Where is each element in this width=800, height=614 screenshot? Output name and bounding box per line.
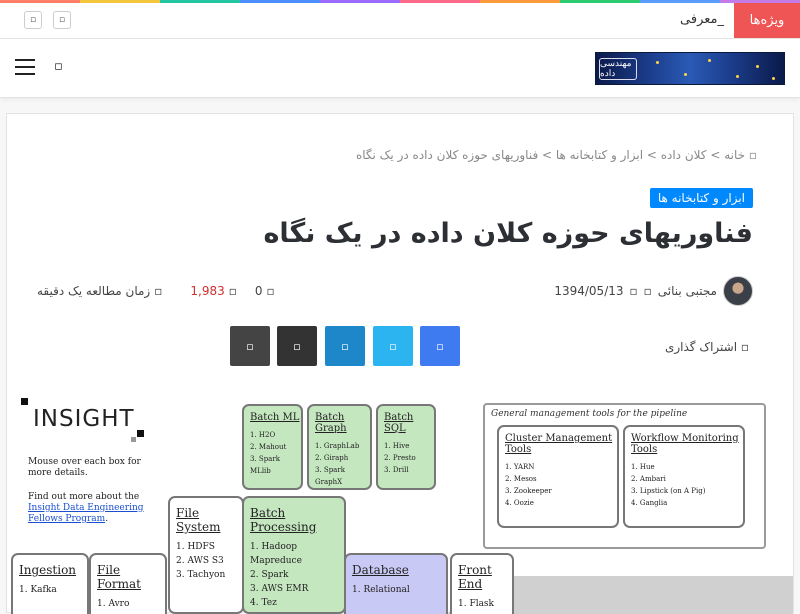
box-item: 1. Hadoop Mapreduce: [250, 542, 302, 566]
box-front-end[interactable]: Front End 1. Flask: [450, 553, 514, 614]
print-icon[interactable]: ▫: [230, 326, 270, 366]
box-title: Workflow Monitoring Tools: [631, 433, 739, 455]
hamburger-icon[interactable]: [15, 59, 35, 75]
stats-meta: زمان مطالعه یک دقیقه ▫ 1,983 ▫ 0 ▫: [37, 274, 275, 308]
insight-logo: INSIGHT: [33, 406, 135, 432]
article-title: فناوریهای حوزه کلان داده در یک نگاه: [263, 218, 753, 249]
box-item: 1. YARN: [505, 463, 535, 471]
clock-icon: ▫: [629, 284, 638, 298]
management-tools-title: General management tools for the pipelin…: [491, 409, 688, 419]
box-ingestion[interactable]: Ingestion 1. Kafka: [11, 553, 89, 614]
box-title: File System: [176, 506, 221, 534]
views-count: 1,983: [190, 284, 225, 298]
search-icon[interactable]: ▫: [54, 59, 63, 74]
box-file-format[interactable]: File Format 1. Avro: [89, 553, 167, 614]
box-title: Database: [352, 563, 409, 577]
box-item: 1. Hue: [631, 463, 655, 471]
box-item: 3. Lipstick (on A Pig): [631, 487, 706, 495]
reading-time-icon: ▫: [154, 284, 163, 298]
breadcrumb-text[interactable]: خانه > کلان داده > ابزار و کتابخانه ها >…: [356, 148, 745, 162]
site-logo[interactable]: مهندسی داده: [595, 52, 785, 85]
box-file-system[interactable]: File System 1. HDFS 2. AWS S3 3. Tachyon: [168, 496, 244, 614]
box-item: 4. Oozie: [505, 499, 534, 507]
intro-text: Mouse over each box for more details.: [28, 457, 141, 478]
linkedin-icon[interactable]: ▫: [325, 326, 365, 366]
box-item: 1. Flask: [458, 599, 495, 609]
box-item: 1. HDFS: [176, 542, 215, 552]
box-item: 1. H2O: [250, 431, 276, 439]
box-item: 2. Mahout: [250, 443, 287, 451]
reading-time: زمان مطالعه یک دقیقه: [37, 284, 151, 298]
intro-text-2: Find out more about the Insight Data Eng…: [28, 492, 144, 524]
box-item: 4. Tez: [250, 598, 277, 608]
box-batch-ml[interactable]: Batch ML 1. H2O 2. Mahout 3. Spark MLlib: [242, 404, 303, 490]
box-batch-processing[interactable]: Batch Processing 1. Hadoop Mapreduce 2. …: [242, 496, 346, 614]
box-title: Ingestion: [19, 563, 77, 577]
trending-text[interactable]: معرفی_: [680, 12, 724, 27]
box-item: 1. Kafka: [19, 585, 57, 595]
box-title: Batch Processing: [250, 506, 317, 534]
share-bar: اشتراک گذاری ▫ ▫ ▫ ▫ ▫ ▫: [7, 326, 793, 368]
box-item: 1. Hive: [384, 442, 410, 450]
facebook-icon[interactable]: ▫: [420, 326, 460, 366]
box-item: 3. AWS EMR: [250, 584, 309, 594]
box-item: 3. Spark GraphX: [315, 466, 345, 486]
social-icon-1[interactable]: ▫: [24, 11, 42, 29]
author-name[interactable]: مجتبی بنائی: [658, 284, 717, 298]
user-icon: ▫: [643, 284, 652, 298]
box-item: 3. Drill: [384, 466, 409, 474]
box-item: 1. GraphLab: [315, 442, 360, 450]
twitter-icon[interactable]: ▫: [373, 326, 413, 366]
box-item: 3. Zookeeper: [505, 487, 552, 495]
logo-text: مهندسی داده: [599, 58, 637, 80]
box-item: 2. Mesos: [505, 475, 537, 483]
box-title: File Format: [97, 563, 141, 591]
comments-count[interactable]: 0: [255, 284, 263, 298]
intro-text-2-label: Find out more about the: [28, 492, 140, 502]
share-label: اشتراک گذاری ▫: [664, 340, 749, 354]
breadcrumb: ▫ خانه > کلان داده > ابزار و کتابخانه ها…: [356, 148, 757, 162]
insight-logo-square: [131, 437, 136, 442]
box-cluster-management[interactable]: Cluster Management Tools 1. YARN 2. Meso…: [497, 425, 619, 528]
big-data-diagram: INSIGHT Mouse over each box for more det…: [7, 382, 793, 614]
category-badge[interactable]: ابزار و کتابخانه ها: [649, 188, 753, 208]
fire-icon: ▫: [228, 284, 237, 298]
box-item: 3. Spark MLlib: [250, 455, 280, 475]
management-tools-panel: General management tools for the pipelin…: [483, 403, 766, 549]
box-item: 4. Ganglia: [631, 499, 668, 507]
box-item: 3. Tachyon: [176, 570, 226, 580]
box-title: Front End: [458, 563, 492, 591]
box-item: 2. Giraph: [315, 454, 349, 462]
insight-link[interactable]: Insight Data Engineering Fellows Program: [28, 503, 144, 524]
box-workflow-monitoring[interactable]: Workflow Monitoring Tools 1. Hue 2. Amba…: [623, 425, 745, 528]
social-icon-2[interactable]: ▫: [53, 11, 71, 29]
box-item: 2. Presto: [384, 454, 416, 462]
site-header: مهندسی داده ▫: [0, 39, 800, 98]
box-batch-sql[interactable]: Batch SQL 1. Hive 2. Presto 3. Drill: [376, 404, 436, 490]
article-card: ▫ خانه > کلان داده > ابزار و کتابخانه ها…: [6, 113, 794, 614]
box-item: 2. Spark: [250, 570, 289, 580]
box-title: Batch Graph: [315, 412, 347, 434]
box-title: Batch SQL: [384, 412, 414, 434]
insight-logo-square: [137, 430, 144, 437]
box-database[interactable]: Database 1. Relational: [344, 553, 448, 614]
trending-label[interactable]: ویژه‌ها: [734, 3, 800, 38]
share-label-text: اشتراک گذاری: [664, 340, 738, 354]
comments-icon: ▫: [266, 284, 275, 298]
box-item: 1. Avro: [97, 599, 130, 609]
insight-logo-square: [21, 398, 28, 405]
box-item: 2. AWS S3: [176, 556, 224, 566]
email-icon[interactable]: ▫: [277, 326, 317, 366]
author-meta: مجتبی بنائی ▫ ▫ 1394/05/13: [554, 274, 753, 308]
post-date: 1394/05/13: [554, 284, 624, 298]
box-batch-graph[interactable]: Batch Graph 1. GraphLab 2. Giraph 3. Spa…: [307, 404, 372, 490]
avatar[interactable]: [723, 276, 753, 306]
box-item: 1. Relational: [352, 585, 410, 595]
box-title: Batch ML: [250, 412, 300, 423]
home-icon[interactable]: ▫: [745, 148, 757, 162]
top-bar: ویژه‌ها معرفی_ ▫ ▫: [0, 3, 800, 39]
box-title: Cluster Management Tools: [505, 433, 613, 455]
box-item: 2. Ambari: [631, 475, 666, 483]
